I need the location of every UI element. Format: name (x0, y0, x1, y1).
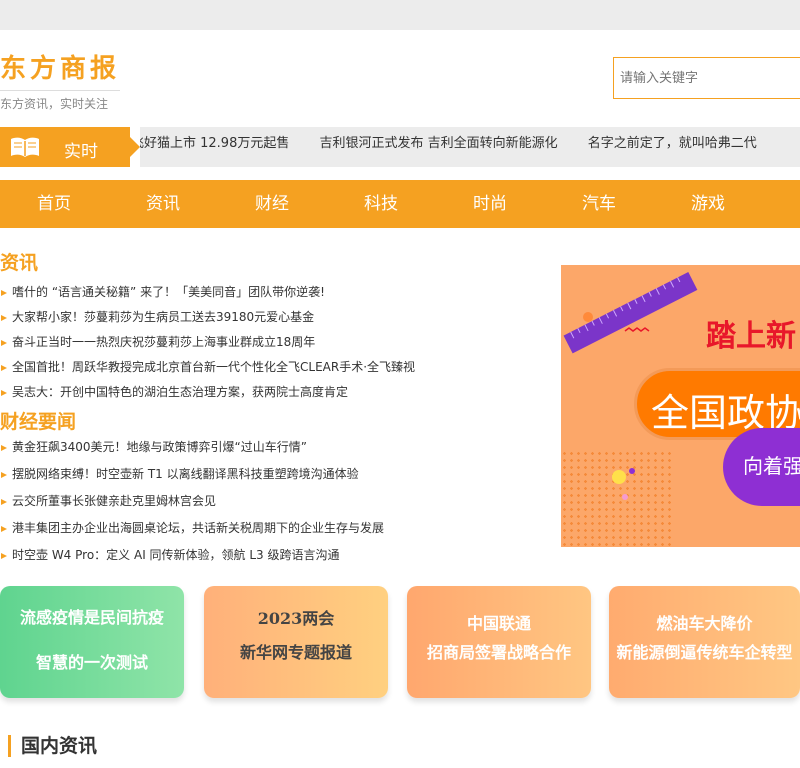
news-section-title: 资讯 (0, 252, 39, 274)
list-item[interactable]: 奋斗正当时一一热烈庆祝莎蔓莉莎上海事业群成立18周年 (0, 330, 415, 355)
nav-item-home[interactable]: 首页 (37, 180, 71, 228)
search-input[interactable] (614, 58, 800, 98)
banner-pill-sub: 向着强 (723, 428, 800, 506)
ticker-label-text: 实时 (64, 142, 98, 162)
domestic-section-title: 国内资讯 (8, 735, 97, 757)
list-item[interactable]: 大家帮小家！莎蔓莉莎为生病员工送去39180元爱心基金 (0, 305, 415, 330)
list-item[interactable]: 港丰集团主办企业出海圆桌论坛，共话新关税周期下的企业生存与发展 (0, 515, 384, 542)
nav-item-games[interactable]: 游戏 (691, 180, 725, 228)
site-subtitle: 东方资讯，实时关注 (0, 97, 109, 111)
site-logo-title[interactable]: 东方商报 (0, 48, 120, 85)
decor-circles (612, 468, 635, 500)
list-item[interactable]: 时空壶 W4 Pro：定义 AI 同传新体验，领航 L3 级跨语言沟通 (0, 542, 384, 569)
card-line-1: 燃油车大降价 (656, 614, 753, 633)
list-item[interactable]: 云交所董事长张健亲赴克里姆林宫会见 (0, 488, 384, 515)
list-item[interactable]: 嗜什的 “语言通关秘籍” 来了！「美美同音」团队带你逆袭! (0, 280, 415, 305)
news-ticker: 实时 飞好猫上市 12.98万元起售 吉利银河正式发布 吉利全面转向新能源化 名… (0, 127, 800, 167)
card-line-1: 2023两会 (257, 609, 335, 628)
logo-divider (0, 90, 120, 91)
nav-item-news[interactable]: 资讯 (146, 180, 180, 228)
card-line-2: 新华网专题报道 (239, 643, 352, 662)
ruler-graphic (563, 272, 698, 354)
ticker-item[interactable]: 吉利银河正式发布 吉利全面转向新能源化 (319, 127, 557, 161)
news-list: 嗜什的 “语言通关秘籍” 来了！「美美同音」团队带你逆袭! 大家帮小家！莎蔓莉莎… (0, 280, 415, 405)
feature-card[interactable]: 中国联通 招商局签署战略合作 (407, 586, 591, 698)
nav-item-finance[interactable]: 财经 (255, 180, 289, 228)
list-item[interactable]: 黄金狂飙3400美元！地缘与政策博弈引爆“过山车行情” (0, 434, 384, 461)
ticker-item[interactable]: 飞好猫上市 12.98万元起售 (140, 127, 289, 161)
list-item[interactable]: 吴志大：开创中国特色的湖泊生态治理方案，获两院士高度肯定 (0, 380, 415, 405)
feature-card[interactable]: 2023两会 新华网专题报道 (204, 586, 388, 698)
card-line-2: 招商局签署战略合作 (426, 643, 571, 662)
nav-item-fashion[interactable]: 时尚 (473, 180, 507, 228)
finance-list: 黄金狂飙3400美元！地缘与政策博弈引爆“过山车行情” 摆脱网络束缚！时空壶新 … (0, 434, 384, 569)
nav-item-tech[interactable]: 科技 (364, 180, 398, 228)
book-icon (10, 136, 40, 162)
top-bar (0, 0, 800, 30)
card-line-2: 智慧的一次测试 (35, 653, 148, 672)
main-nav: 首页 资讯 财经 科技 时尚 汽车 游戏 (0, 180, 800, 228)
ticker-track: 飞好猫上市 12.98万元起售 吉利银河正式发布 吉利全面转向新能源化 名字之前… (140, 127, 800, 167)
list-item[interactable]: 全国首批！周跃华教授完成北京首台新一代个性化全飞CLEAR手术·全飞臻视 (0, 355, 415, 380)
card-line-1: 中国联通 (466, 614, 531, 633)
nav-item-auto[interactable]: 汽车 (582, 180, 616, 228)
banner-headline: 踏上新 (706, 319, 796, 354)
feature-card[interactable]: 流感疫情是民间抗疫 智慧的一次测试 (0, 586, 184, 698)
list-item[interactable]: 摆脱网络束缚！时空壶新 T1 以离线翻译黑科技重塑跨境沟通体验 (0, 461, 384, 488)
banner-pill-sub-text: 向着强 (743, 454, 800, 478)
ticker-item[interactable]: 名字之前定了，就叫哈弗二代 (588, 127, 757, 161)
ticker-label: 实时 (0, 127, 140, 167)
promo-banner[interactable]: 踏上新 全国政协 向着强 (561, 265, 800, 547)
card-line-2: 新能源倒逼传统车企转型 (616, 643, 793, 662)
card-line-1: 流感疫情是民间抗疫 (19, 608, 164, 627)
search-box (613, 57, 800, 99)
feature-card[interactable]: 燃油车大降价 新能源倒逼传统车企转型 (609, 586, 800, 698)
finance-section-title: 财经要闻 (0, 411, 77, 433)
